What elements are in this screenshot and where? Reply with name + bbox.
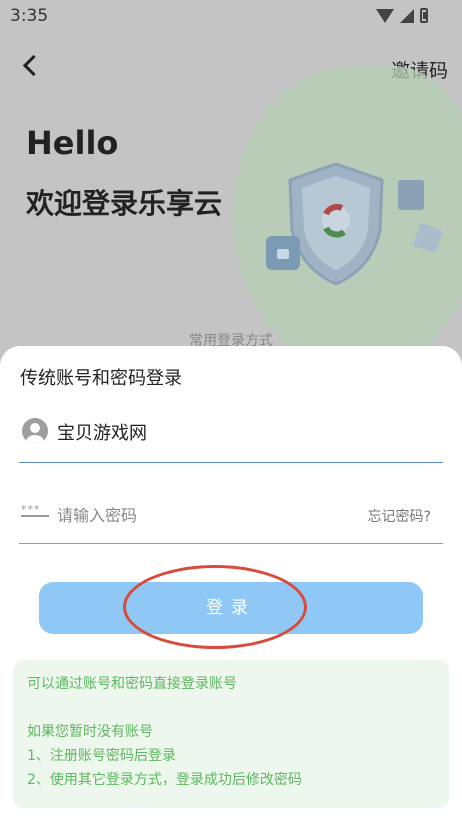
info-line: 如果您暂时没有账号 (27, 724, 153, 740)
password-field-row: *** 忘记密码? (19, 489, 443, 544)
welcome-title: 欢迎登录乐享云 (26, 187, 223, 220)
status-bar: 3:35 (0, 0, 462, 32)
lock-icon (266, 236, 300, 270)
server-icon (398, 180, 424, 210)
greeting-title: Hello (26, 124, 119, 162)
sheet-title: 传统账号和密码登录 (20, 368, 182, 389)
user-icon (22, 418, 48, 444)
back-arrow-icon[interactable] (18, 52, 48, 82)
account-input[interactable] (57, 416, 427, 448)
status-icons (376, 8, 428, 23)
login-button[interactable]: 登录 (39, 582, 423, 634)
status-time: 3:35 (10, 6, 49, 26)
wifi-icon (376, 8, 394, 23)
password-icon: *** (21, 503, 49, 523)
info-line: 可以通过账号和密码直接登录账号 (27, 676, 237, 692)
forgot-password-link[interactable]: 忘记密码? (368, 506, 431, 526)
info-line: 1、注册账号密码后登录 (27, 748, 176, 764)
battery-icon (420, 8, 428, 23)
login-bottom-sheet: 传统账号和密码登录 *** 忘记密码? 登录 可以通过账号和密码直接登录账号 如… (0, 346, 462, 821)
info-box: 可以通过账号和密码直接登录账号 如果您暂时没有账号 1、注册账号密码后登录 2、… (13, 660, 449, 808)
account-field-row (19, 406, 443, 463)
info-line: 2、使用其它登录方式，登录成功后修改密码 (27, 772, 302, 788)
info-line (27, 696, 435, 720)
shield-icon (288, 162, 384, 286)
password-input[interactable] (57, 499, 337, 531)
signal-icon (400, 8, 414, 23)
